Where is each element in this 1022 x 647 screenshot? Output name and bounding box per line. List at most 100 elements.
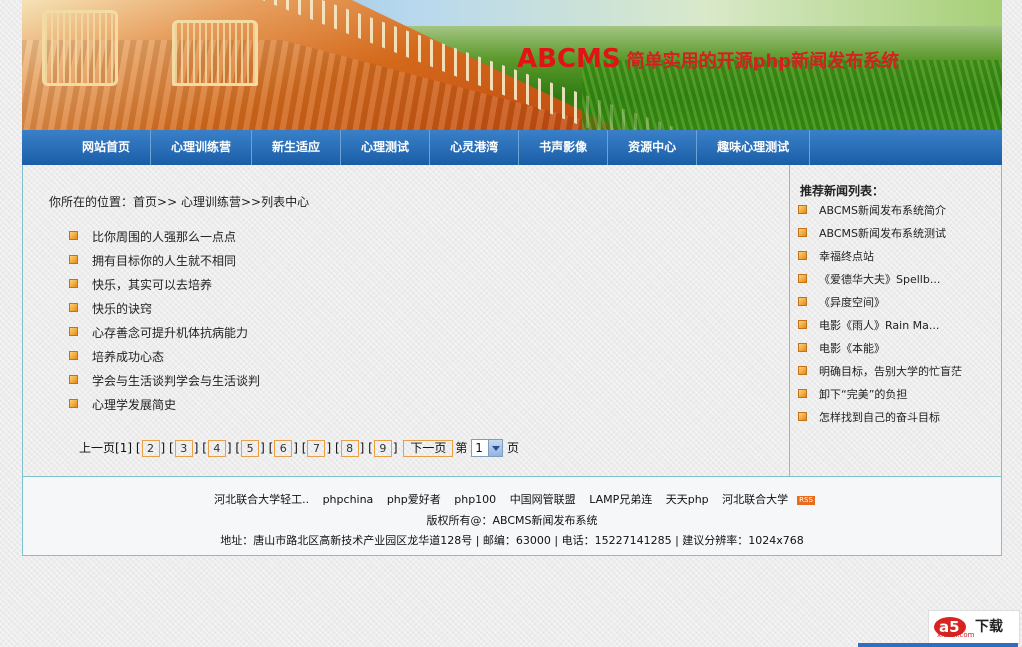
friend-link[interactable]: phpchina xyxy=(323,493,374,506)
recommended-link[interactable]: 明确目标，告别大学的忙盲茫 xyxy=(819,365,962,378)
recommended-link[interactable]: 幸福终点站 xyxy=(819,250,874,263)
friend-link[interactable]: php爱好者 xyxy=(387,493,441,506)
list-item: 幸福终点站 xyxy=(798,245,962,268)
recommended-link[interactable]: 怎样找到自己的奋斗目标 xyxy=(819,411,940,424)
recommended-link[interactable]: 电影《雨人》Rain Ma... xyxy=(819,319,939,332)
banner-chair xyxy=(172,20,258,86)
list-item: 明确目标，告别大学的忙盲茫 xyxy=(798,360,962,383)
site-banner: ABCMS 简单实用的开源php新闻发布系统 xyxy=(22,0,1002,130)
breadcrumb-separator: >> xyxy=(157,195,181,209)
sidebar-title: 推荐新闻列表： xyxy=(800,184,885,198)
main-nav: 网站首页 心理训练营 新生适应 心理测试 心灵港湾 书声影像 资源中心 趣味心理… xyxy=(22,130,1002,165)
bullet-icon xyxy=(798,411,807,421)
friend-link[interactable]: LAMP兄弟连 xyxy=(589,493,652,506)
bullet-icon xyxy=(69,351,78,360)
page-select[interactable]: 1 xyxy=(471,438,504,457)
friend-link[interactable]: 河北联合大学 xyxy=(722,493,788,506)
watermark-subtext: xiazai.com xyxy=(937,631,975,639)
watermark-text: 下载 xyxy=(975,619,1003,635)
page-link[interactable]: 4 xyxy=(207,440,226,457)
list-item: 心理学发展简史 xyxy=(69,393,260,417)
banner-title-cn: 简单实用的开源php新闻发布系统 xyxy=(626,51,900,72)
bullet-icon xyxy=(69,399,78,408)
copyright-text: 版权所有@：ABCMS新闻发布系统 xyxy=(426,514,598,527)
watermark-logo: a5 下载 xiazai.com xyxy=(928,610,1020,644)
banner-title-en: ABCMS xyxy=(517,44,621,74)
taskbar-fragment xyxy=(858,643,1018,647)
recommended-link[interactable]: 《异度空间》 xyxy=(819,296,885,309)
sidebar: 推荐新闻列表： ABCMS新闻发布系统简介 ABCMS新闻发布系统测试 幸福终点… xyxy=(790,165,1001,476)
chevron-down-icon[interactable] xyxy=(488,439,503,456)
recommended-link[interactable]: ABCMS新闻发布系统简介 xyxy=(819,204,946,217)
bullet-icon xyxy=(798,342,807,352)
bullet-icon xyxy=(798,250,807,260)
prev-page-link[interactable]: 上一页 xyxy=(79,441,115,455)
banner-title: ABCMS 简单实用的开源php新闻发布系统 xyxy=(517,44,899,74)
page-select-prefix: 第 xyxy=(455,441,468,455)
pagination: 上一页[1] [2] [3] [4] [5] [6] [7] [8] [9] 下… xyxy=(79,438,520,457)
nav-item-books[interactable]: 书声影像 xyxy=(519,130,609,165)
list-item: 比你周围的人强那么一点点 xyxy=(69,225,260,249)
page-link[interactable]: 9 xyxy=(373,440,392,457)
bullet-icon xyxy=(798,365,807,375)
bullet-icon xyxy=(69,327,78,336)
page-link[interactable]: 7 xyxy=(307,440,326,457)
nav-item-home[interactable]: 网站首页 xyxy=(62,130,152,165)
address-text: 地址：唐山市路北区高新技术产业园区龙华道128号 | 邮编：63000 | 电话… xyxy=(220,534,804,547)
friend-link[interactable]: php100 xyxy=(454,493,496,506)
article-link[interactable]: 学会与生活谈判学会与生活谈判 xyxy=(92,374,260,388)
main-content: 你所在的位置：首页>> 心理训练营>>列表中心 比你周围的人强那么一点点 拥有目… xyxy=(22,165,1002,477)
site-footer: 河北联合大学轻工.. phpchina php爱好者 php100 中国网管联盟… xyxy=(22,477,1002,556)
list-item: 快乐，其实可以去培养 xyxy=(69,273,260,297)
friend-link[interactable]: 天天php xyxy=(666,493,709,506)
page-select-value: 1 xyxy=(475,440,483,455)
recommended-link[interactable]: 卸下“完美”的负担 xyxy=(819,388,907,401)
article-link[interactable]: 心存善念可提升机体抗病能力 xyxy=(92,326,248,340)
article-link[interactable]: 快乐的诀窍 xyxy=(92,302,152,316)
breadcrumb-separator: >> xyxy=(240,195,262,209)
list-item: 电影《雨人》Rain Ma... xyxy=(798,314,962,337)
nav-item-resources[interactable]: 资源中心 xyxy=(608,130,698,165)
friend-links: 河北联合大学轻工.. phpchina php爱好者 php100 中国网管联盟… xyxy=(23,491,1001,507)
breadcrumb-current: 列表中心 xyxy=(261,195,310,209)
nav-item-harbor[interactable]: 心灵港湾 xyxy=(430,130,520,165)
list-item: 快乐的诀窍 xyxy=(69,297,260,321)
current-page: [1] xyxy=(115,441,133,455)
list-item: ABCMS新闻发布系统简介 xyxy=(798,199,962,222)
page-select-suffix: 页 xyxy=(507,441,520,455)
article-link[interactable]: 快乐，其实可以去培养 xyxy=(92,278,212,292)
article-link[interactable]: 拥有目标你的人生就不相同 xyxy=(92,254,236,268)
list-item: 培养成功心态 xyxy=(69,345,260,369)
bullet-icon xyxy=(798,388,807,398)
list-item: 电影《本能》 xyxy=(798,337,962,360)
page-link[interactable]: 6 xyxy=(274,440,293,457)
friend-link[interactable]: 河北联合大学轻工.. xyxy=(214,493,309,506)
article-link[interactable]: 心理学发展简史 xyxy=(92,398,176,412)
breadcrumb-section-link[interactable]: 心理训练营 xyxy=(181,195,241,209)
list-item: 《爱德华大夫》Spellb... xyxy=(798,268,962,291)
page-link[interactable]: 3 xyxy=(174,440,193,457)
recommended-link[interactable]: 电影《本能》 xyxy=(819,342,885,355)
page-link[interactable]: 8 xyxy=(340,440,359,457)
page-container: ABCMS 简单实用的开源php新闻发布系统 网站首页 心理训练营 新生适应 心理… xyxy=(22,0,1002,556)
list-item: 卸下“完美”的负担 xyxy=(798,383,962,406)
nav-item-fun-test[interactable]: 趣味心理测试 xyxy=(697,130,811,165)
recommended-link[interactable]: 《爱德华大夫》Spellb... xyxy=(819,273,940,286)
friend-link[interactable]: 中国网管联盟 xyxy=(510,493,576,506)
nav-item-test[interactable]: 心理测试 xyxy=(341,130,431,165)
article-list-panel: 你所在的位置：首页>> 心理训练营>>列表中心 比你周围的人强那么一点点 拥有目… xyxy=(23,165,790,476)
article-link[interactable]: 培养成功心态 xyxy=(92,350,164,364)
rss-icon[interactable]: RSS xyxy=(797,495,815,505)
recommended-link[interactable]: ABCMS新闻发布系统测试 xyxy=(819,227,946,240)
page-link[interactable]: 2 xyxy=(141,440,160,457)
page-link[interactable]: 5 xyxy=(241,440,260,457)
list-item: 拥有目标你的人生就不相同 xyxy=(69,249,260,273)
article-link[interactable]: 比你周围的人强那么一点点 xyxy=(92,230,236,244)
nav-item-freshman[interactable]: 新生适应 xyxy=(252,130,342,165)
breadcrumb-home-link[interactable]: 首页 xyxy=(133,195,157,209)
bullet-icon xyxy=(69,279,78,288)
next-page-button[interactable]: 下一页 xyxy=(403,440,454,457)
bullet-icon xyxy=(69,255,78,264)
bullet-icon xyxy=(798,227,807,237)
nav-item-training[interactable]: 心理训练营 xyxy=(151,130,253,165)
